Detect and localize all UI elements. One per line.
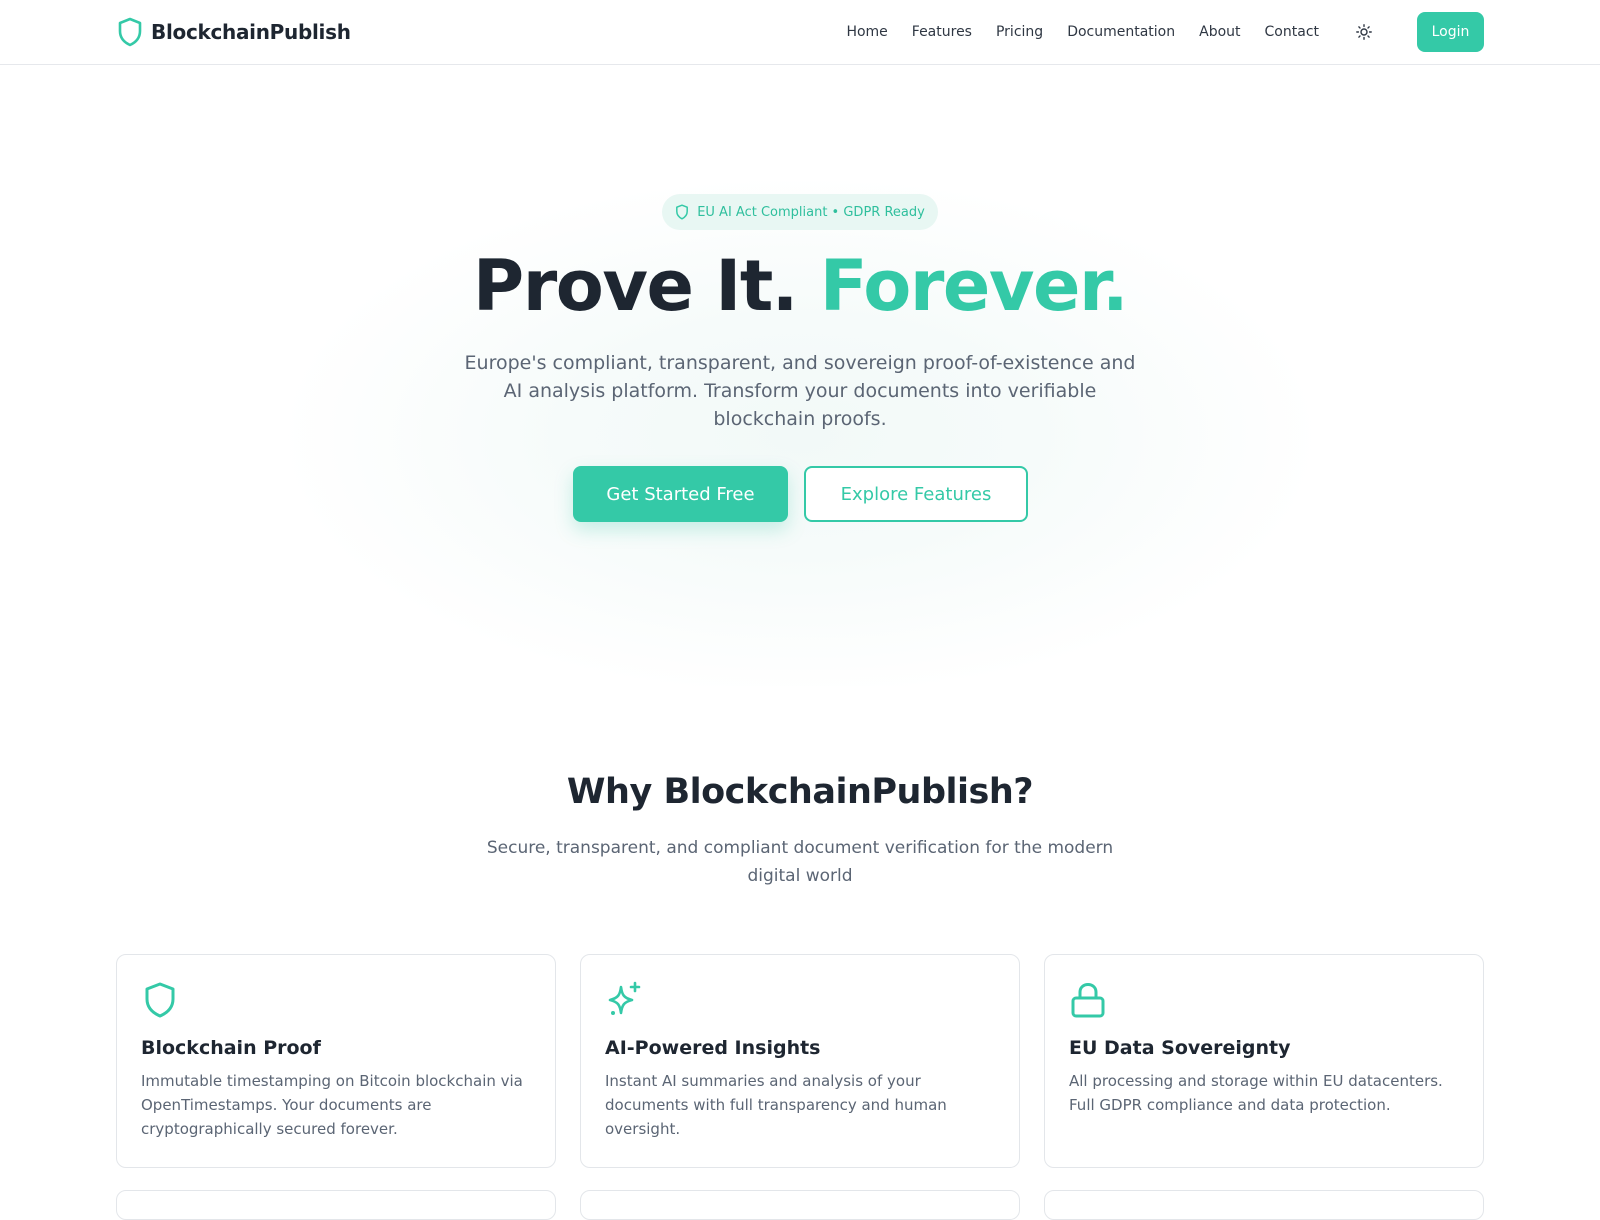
features-subtitle: Secure, transparent, and compliant docum… xyxy=(486,838,1114,886)
theme-toggle-button[interactable] xyxy=(1353,21,1375,43)
card-description: Instant AI summaries and analysis of you… xyxy=(605,1072,947,1138)
feature-card xyxy=(580,1190,1020,1220)
brand-logo-link[interactable]: BlockchainPublish xyxy=(117,17,351,47)
feature-card-blockchain-proof: Blockchain Proof Immutable timestamping … xyxy=(116,954,556,1168)
nav-link-contact[interactable]: Contact xyxy=(1265,24,1319,40)
nav-link-pricing[interactable]: Pricing xyxy=(996,24,1043,40)
get-started-button[interactable]: Get Started Free xyxy=(573,466,788,522)
feature-card xyxy=(116,1190,556,1220)
card-description: Immutable timestamping on Bitcoin blockc… xyxy=(141,1072,523,1138)
card-title: EU Data Sovereignty xyxy=(1069,1037,1291,1059)
hero-title: Prove It. Forever. xyxy=(0,244,1600,328)
card-title: AI-Powered Insights xyxy=(605,1037,821,1059)
feature-card xyxy=(1044,1190,1484,1220)
main-nav: Home Features Pricing Documentation Abou… xyxy=(822,12,1484,52)
features-title: Why BlockchainPublish? xyxy=(566,772,1034,812)
top-navbar: BlockchainPublish Home Features Pricing … xyxy=(0,0,1600,65)
nav-link-documentation[interactable]: Documentation xyxy=(1067,24,1175,40)
nav-link-features[interactable]: Features xyxy=(912,24,972,40)
card-title: Blockchain Proof xyxy=(141,1037,321,1059)
nav-link-home[interactable]: Home xyxy=(846,24,887,40)
feature-card-eu-data-sovereignty: EU Data Sovereignty All processing and s… xyxy=(1044,954,1484,1168)
card-description: All processing and storage within EU dat… xyxy=(1069,1072,1443,1114)
badge-text: EU AI Act Compliant • GDPR Ready xyxy=(697,204,925,220)
login-button[interactable]: Login xyxy=(1417,12,1484,52)
hero-title-accent: Forever. xyxy=(819,245,1129,327)
lock-icon xyxy=(1071,982,1105,1018)
sparkles-icon xyxy=(608,981,641,1015)
explore-features-button[interactable]: Explore Features xyxy=(804,466,1028,522)
hero-subtitle: Europe's compliant, transparent, and sov… xyxy=(464,352,1136,430)
shield-icon xyxy=(145,982,175,1018)
hero-title-main: Prove It. xyxy=(472,245,799,327)
hero-section: EU AI Act Compliant • GDPR Ready Prove I… xyxy=(0,66,1600,686)
feature-card-ai-insights: AI-Powered Insights Instant AI summaries… xyxy=(580,954,1020,1168)
shield-icon xyxy=(118,17,142,47)
nav-link-about[interactable]: About xyxy=(1199,24,1240,40)
compliance-badge: EU AI Act Compliant • GDPR Ready xyxy=(662,194,938,230)
brand-name: BlockchainPublish xyxy=(151,20,351,44)
sun-icon xyxy=(1356,24,1372,40)
shield-icon xyxy=(676,204,689,220)
